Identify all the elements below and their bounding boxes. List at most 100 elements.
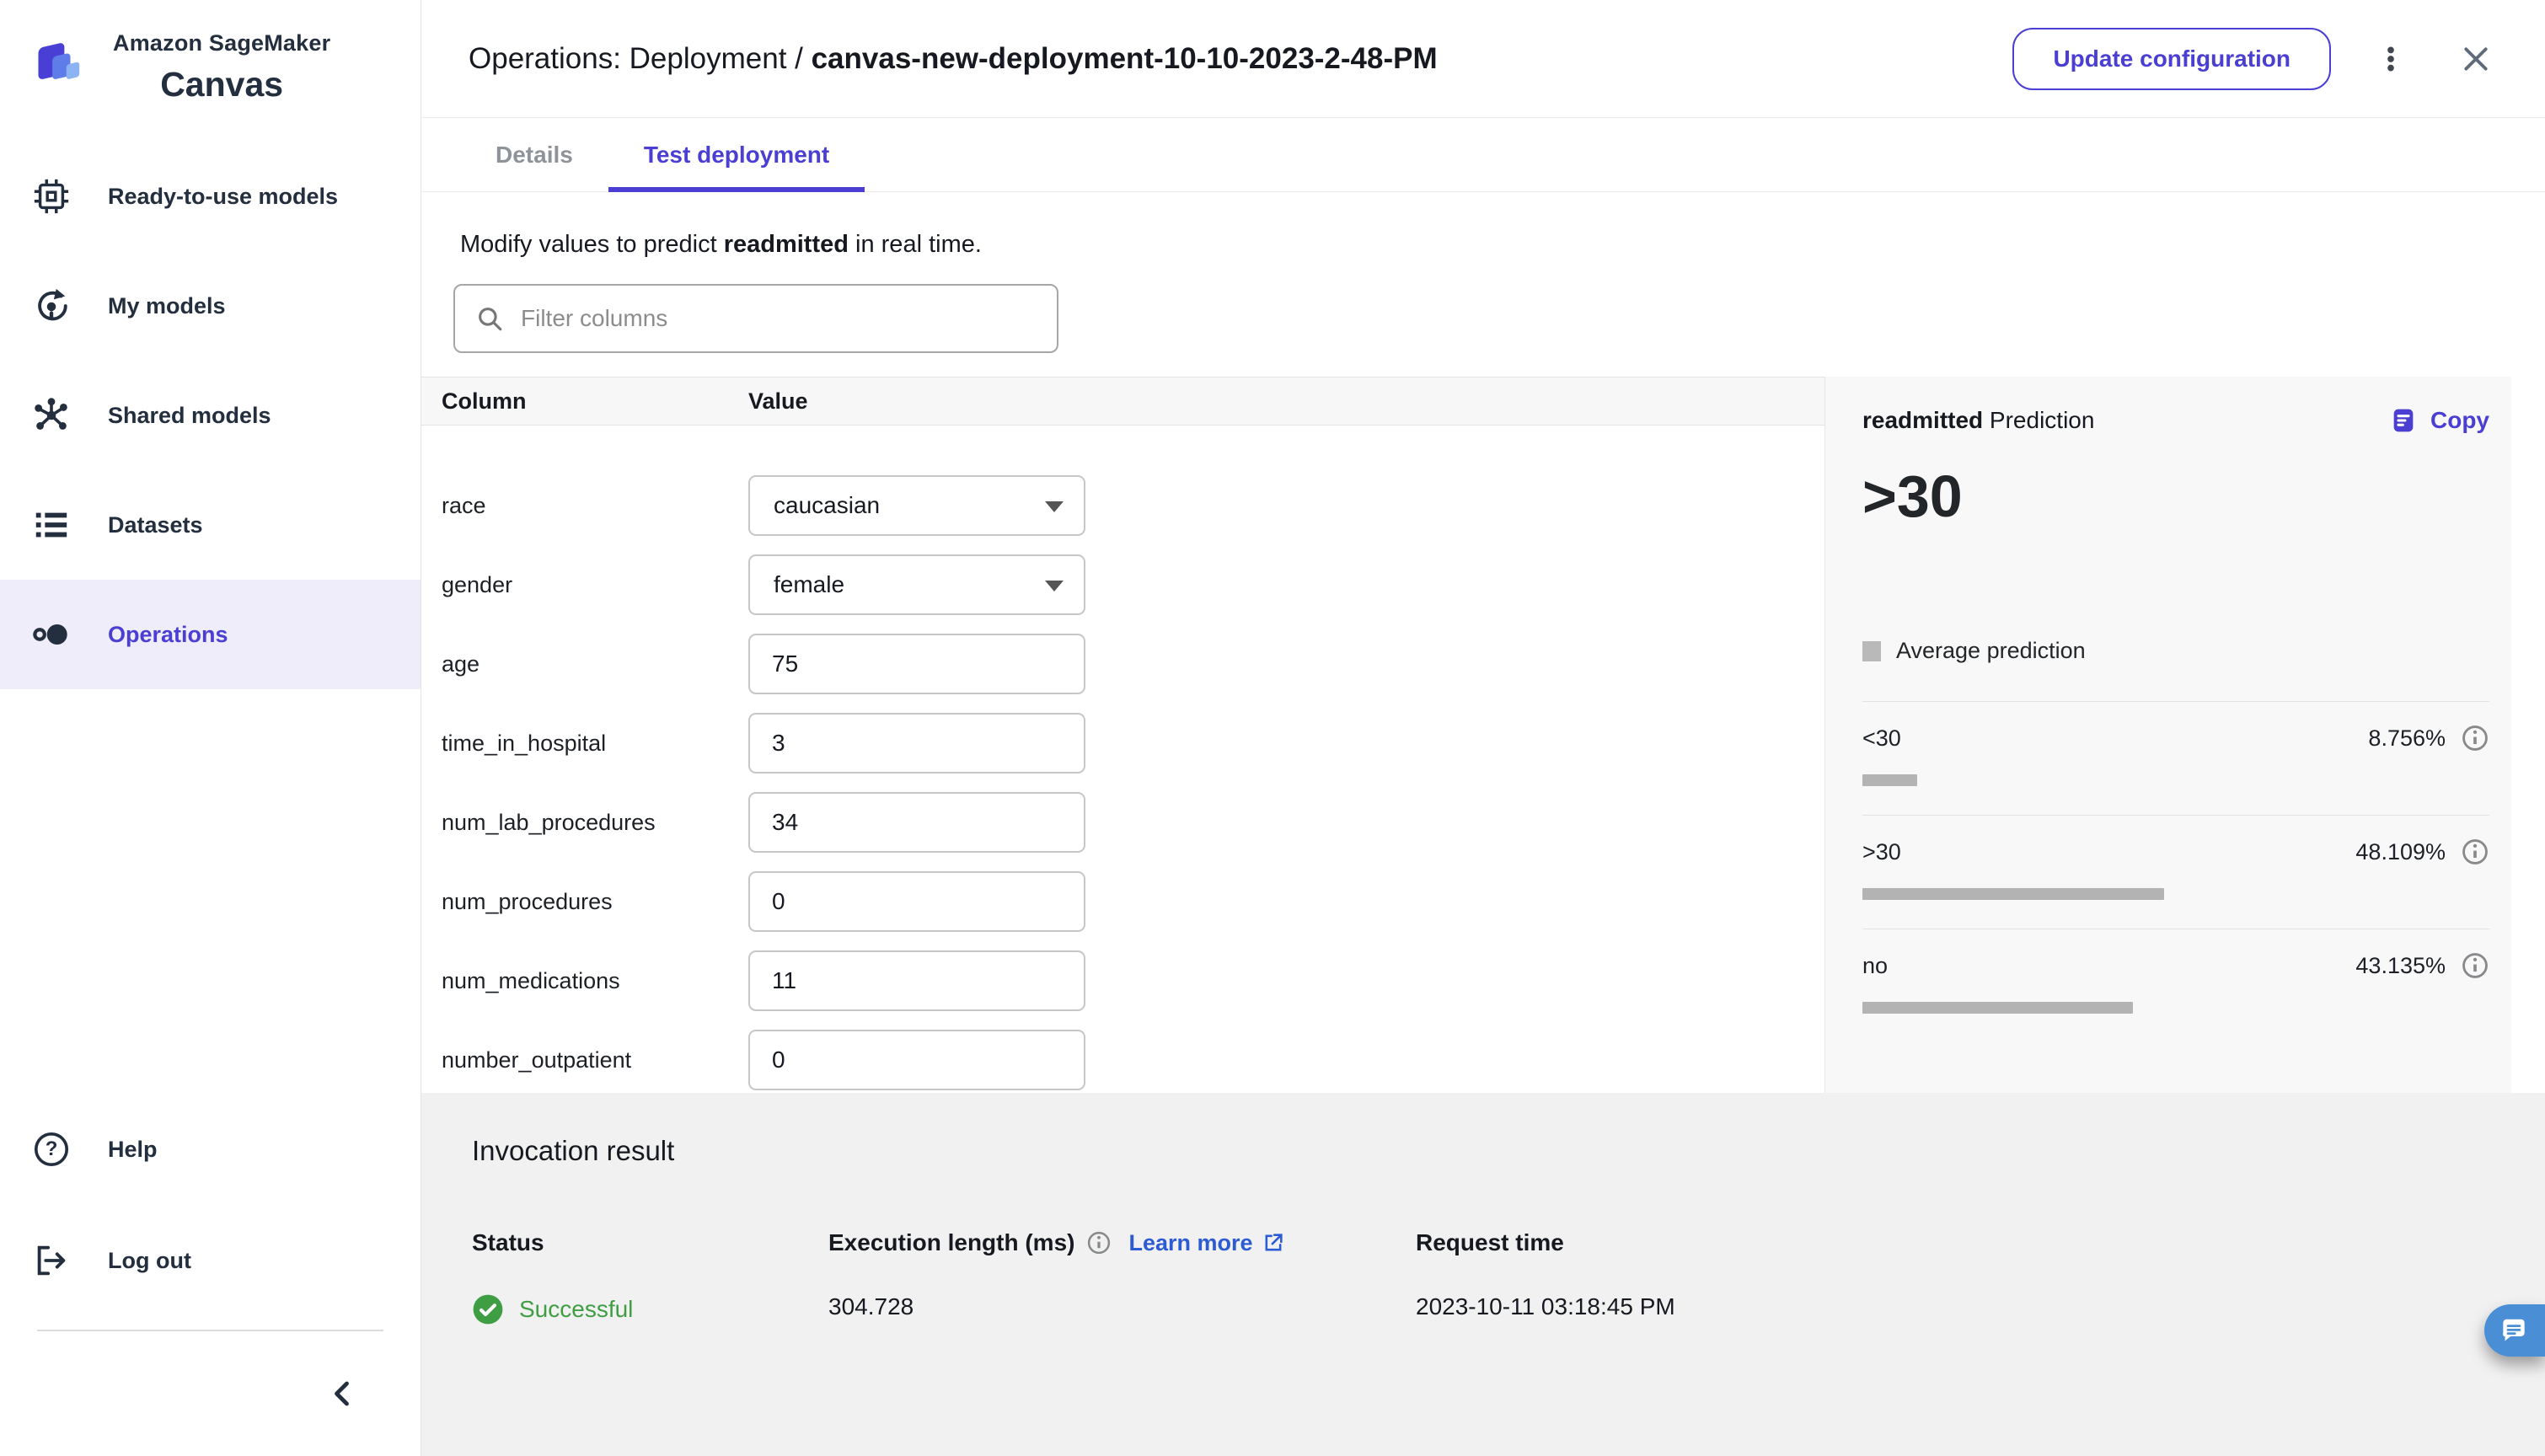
sidebar-item-label: Datasets	[108, 511, 203, 538]
info-icon[interactable]	[2461, 951, 2489, 980]
row-label: gender	[442, 571, 513, 597]
prediction-title: readmitted Prediction	[1862, 407, 2094, 434]
sidebar-item-shared-models[interactable]: Shared models	[0, 361, 421, 470]
page-title: Operations: Deployment / canvas-new-depl…	[469, 42, 2012, 76]
table-row: num_medications	[421, 941, 1824, 1020]
intro-suffix: in real time.	[848, 231, 982, 258]
page-title-prefix: Operations: Deployment /	[469, 41, 812, 75]
table-row: race caucasian	[421, 466, 1824, 545]
sidebar-item-operations[interactable]: Operations	[0, 580, 421, 689]
num-procedures-input[interactable]	[748, 871, 1085, 932]
race-select-value: caucasian	[774, 492, 881, 518]
sidebar-item-help[interactable]: ? Help	[0, 1094, 421, 1205]
age-input[interactable]	[748, 634, 1085, 694]
prediction-row: no 43.135%	[1862, 929, 2489, 1042]
row-label: time_in_hospital	[442, 730, 607, 756]
execution-length-value: 304.728	[828, 1293, 914, 1320]
info-icon[interactable]	[1086, 1230, 1112, 1255]
table-row: time_in_hospital	[421, 704, 1824, 783]
copy-button[interactable]: Copy	[2390, 407, 2489, 434]
average-prediction-bar	[1862, 888, 2164, 900]
brand-text: Amazon SageMaker Canvas	[113, 30, 330, 104]
input-columns-table: Column Value race caucasian gender femal…	[421, 377, 1824, 1093]
sidebar: Amazon SageMaker Canvas Ready-to-use mod…	[0, 0, 421, 1456]
sidebar-item-my-models[interactable]: My models	[0, 251, 421, 361]
num-lab-procedures-input[interactable]	[748, 792, 1085, 853]
sidebar-nav: Ready-to-use models My models Shared mod…	[0, 142, 421, 1094]
chevron-left-icon	[335, 1381, 349, 1406]
gender-select[interactable]: female	[748, 554, 1085, 615]
copy-label: Copy	[2430, 407, 2489, 433]
invocation-result-section: Invocation result Status Successful Exec…	[421, 1093, 2545, 1456]
app-window: Amazon SageMaker Canvas Ready-to-use mod…	[0, 0, 2545, 1456]
table-row: gender female	[421, 545, 1824, 624]
intro-target-column: readmitted	[723, 231, 849, 258]
external-link-icon	[1265, 1234, 1283, 1251]
brand: Amazon SageMaker Canvas	[0, 25, 421, 104]
average-prediction-bar	[1862, 1002, 2133, 1014]
deployment-name: canvas-new-deployment-10-10-2023-2-48-PM	[811, 41, 1438, 75]
prediction-panel: readmitted Prediction Copy >30 Average p…	[1824, 377, 2511, 1093]
table-body: race caucasian gender female age 75 time…	[421, 426, 1824, 1093]
more-actions-button[interactable]	[2370, 38, 2412, 80]
request-time-value: 2023-10-11 03:18:45 PM	[1416, 1293, 1675, 1320]
info-icon[interactable]	[2461, 838, 2489, 866]
sidebar-item-ready-to-use-models[interactable]: Ready-to-use models	[0, 142, 421, 251]
num-medications-input[interactable]	[748, 950, 1085, 1011]
sidebar-item-label: Shared models	[108, 402, 271, 428]
chat-fab-button[interactable]	[2484, 1304, 2545, 1357]
logout-icon	[32, 1241, 71, 1280]
request-time-column: Request time 2023-10-11 03:18:45 PM	[1416, 1229, 1675, 1325]
sidebar-collapse-row	[0, 1331, 421, 1456]
status-header: Status	[472, 1229, 544, 1255]
update-configuration-button[interactable]: Update configuration	[2012, 27, 2331, 90]
sidebar-footer: ? Help Log out	[0, 1094, 421, 1456]
table-row: num_procedures	[421, 862, 1824, 941]
sidebar-item-label: Ready-to-use models	[108, 183, 339, 209]
execution-length-column: Execution length (ms) Learn more 304.728	[828, 1229, 1416, 1325]
chevron-down-icon	[1045, 501, 1064, 512]
value-header: Value	[748, 388, 808, 414]
row-label: num_lab_procedures	[442, 809, 656, 835]
prediction-row: >30 48.109%	[1862, 815, 2489, 929]
average-prediction-legend: Average prediction	[1862, 638, 2489, 664]
chevron-down-icon	[1045, 581, 1064, 592]
execution-length-header: Execution length (ms)	[828, 1229, 1075, 1255]
learn-more-label: Learn more	[1128, 1229, 1253, 1255]
prediction-rows: <30 8.756% >30 48.109% no 43.135%	[1862, 701, 2489, 1042]
predicted-value: >30	[1862, 463, 1963, 529]
race-select[interactable]: caucasian	[748, 475, 1085, 536]
tab-details[interactable]: Details	[460, 118, 608, 191]
row-label: num_medications	[442, 967, 620, 993]
invocation-result-grid: Status Successful Execution length (ms)	[472, 1229, 2545, 1325]
sidebar-item-label: My models	[108, 292, 226, 318]
filter-columns-input[interactable]	[453, 284, 1058, 353]
page-header: Operations: Deployment / canvas-new-depl…	[421, 0, 2545, 118]
status-column: Status Successful	[472, 1229, 828, 1325]
table-row: num_lab_procedures	[421, 783, 1824, 862]
row-label: age	[442, 650, 480, 677]
execution-length-header-row: Execution length (ms) Learn more	[828, 1229, 1416, 1256]
request-time-header: Request time	[1416, 1229, 1564, 1255]
tab-bar: Details Test deployment	[421, 118, 2545, 192]
brand-line1: Amazon SageMaker	[113, 30, 331, 56]
time-in-hospital-input[interactable]	[748, 713, 1085, 774]
sidebar-item-label: Log out	[108, 1247, 191, 1273]
sidebar-item-logout[interactable]: Log out	[0, 1205, 421, 1316]
invocation-result-title: Invocation result	[472, 1135, 675, 1166]
learn-more-link[interactable]: Learn more	[1128, 1230, 1284, 1256]
network-icon	[32, 396, 71, 435]
gender-select-value: female	[774, 571, 845, 597]
prediction-class-label: >30	[1862, 838, 1901, 864]
number-outpatient-input[interactable]	[748, 1030, 1085, 1090]
tab-test-deployment[interactable]: Test deployment	[608, 118, 865, 192]
close-panel-button[interactable]	[2456, 39, 2496, 79]
sidebar-item-datasets[interactable]: Datasets	[0, 470, 421, 580]
info-icon[interactable]	[2461, 724, 2489, 752]
column-header: Column	[442, 388, 527, 414]
brand-line2: Canvas	[160, 65, 284, 104]
sidebar-collapse-button[interactable]	[324, 1375, 362, 1412]
row-label: number_outpatient	[442, 1046, 632, 1073]
row-label: race	[442, 492, 486, 518]
sagemaker-canvas-logo-icon	[30, 25, 94, 98]
